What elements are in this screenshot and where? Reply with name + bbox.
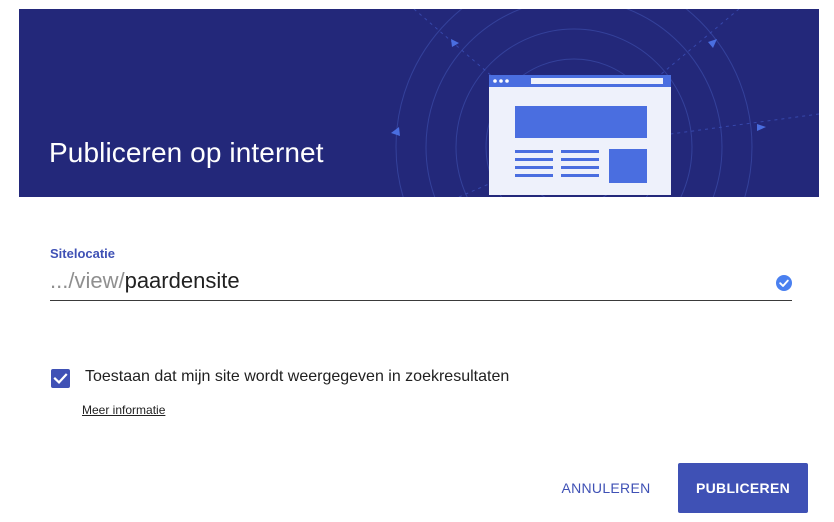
- publish-button[interactable]: PUBLICEREN: [678, 463, 808, 513]
- site-location-label: Sitelocatie: [50, 246, 116, 261]
- more-info-link[interactable]: Meer informatie: [82, 403, 165, 417]
- dialog-header: Publiceren op internet: [19, 9, 819, 197]
- site-location-field[interactable]: .../view/paardensite: [50, 268, 792, 301]
- url-value-input[interactable]: paardensite: [125, 268, 240, 293]
- check-circle-icon: [776, 275, 792, 291]
- dialog-title: Publiceren op internet: [49, 137, 324, 168]
- url-prefix: .../view/: [50, 268, 125, 293]
- publish-dialog: Publiceren op internet Sitelocatie .../v…: [19, 9, 819, 522]
- search-results-label[interactable]: Toestaan dat mijn site wordt weergegeven…: [85, 368, 509, 386]
- checkbox-checked-icon: [53, 373, 68, 384]
- cancel-button[interactable]: ANNULEREN: [543, 463, 669, 513]
- search-results-checkbox[interactable]: [51, 369, 70, 388]
